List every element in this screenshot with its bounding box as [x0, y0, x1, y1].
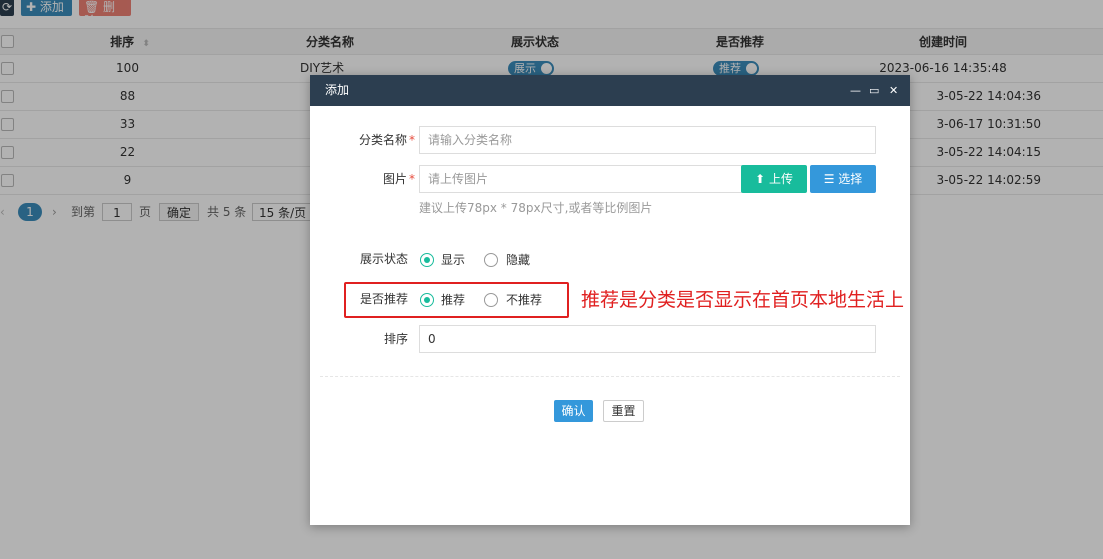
close-icon[interactable]: ✕	[889, 75, 898, 106]
list-icon: ☰	[823, 172, 835, 186]
minimize-icon[interactable]: —	[850, 75, 861, 106]
status-hide-label: 隐藏	[506, 253, 531, 267]
sort-field-label: 排序	[383, 332, 408, 346]
maximize-icon[interactable]: ▭	[869, 75, 879, 106]
reset-button[interactable]: 重置	[603, 400, 644, 422]
annotation-text: 推荐是分类是否显示在首页本地生活上	[581, 289, 905, 311]
highlight-box	[344, 282, 569, 318]
status-show-label: 显示	[441, 253, 466, 267]
sort-input[interactable]: 0	[419, 325, 876, 353]
name-field-label: 分类名称 *	[358, 133, 415, 147]
select-button[interactable]: ☰ 选择	[810, 165, 876, 193]
name-input[interactable]: 请输入分类名称	[419, 126, 876, 154]
dialog-title: 添加	[325, 83, 350, 97]
image-input[interactable]: 请上传图片	[419, 165, 742, 193]
confirm-button[interactable]: 确认	[554, 400, 593, 422]
status-field-label: 展示状态	[359, 252, 408, 266]
image-field-label: 图片 *	[382, 172, 415, 186]
required-mark: *	[409, 172, 415, 186]
form-divider	[320, 376, 900, 377]
image-hint: 建议上传78px * 78px尺寸,或者等比例图片	[419, 201, 653, 215]
status-hide-radio[interactable]	[484, 253, 498, 267]
upload-button[interactable]: ⬆ 上传	[741, 165, 807, 193]
status-show-radio[interactable]	[420, 253, 434, 267]
required-mark: *	[409, 133, 415, 147]
dialog-header: 添加 — ▭ ✕	[310, 75, 910, 106]
upload-icon: ⬆	[755, 172, 766, 186]
